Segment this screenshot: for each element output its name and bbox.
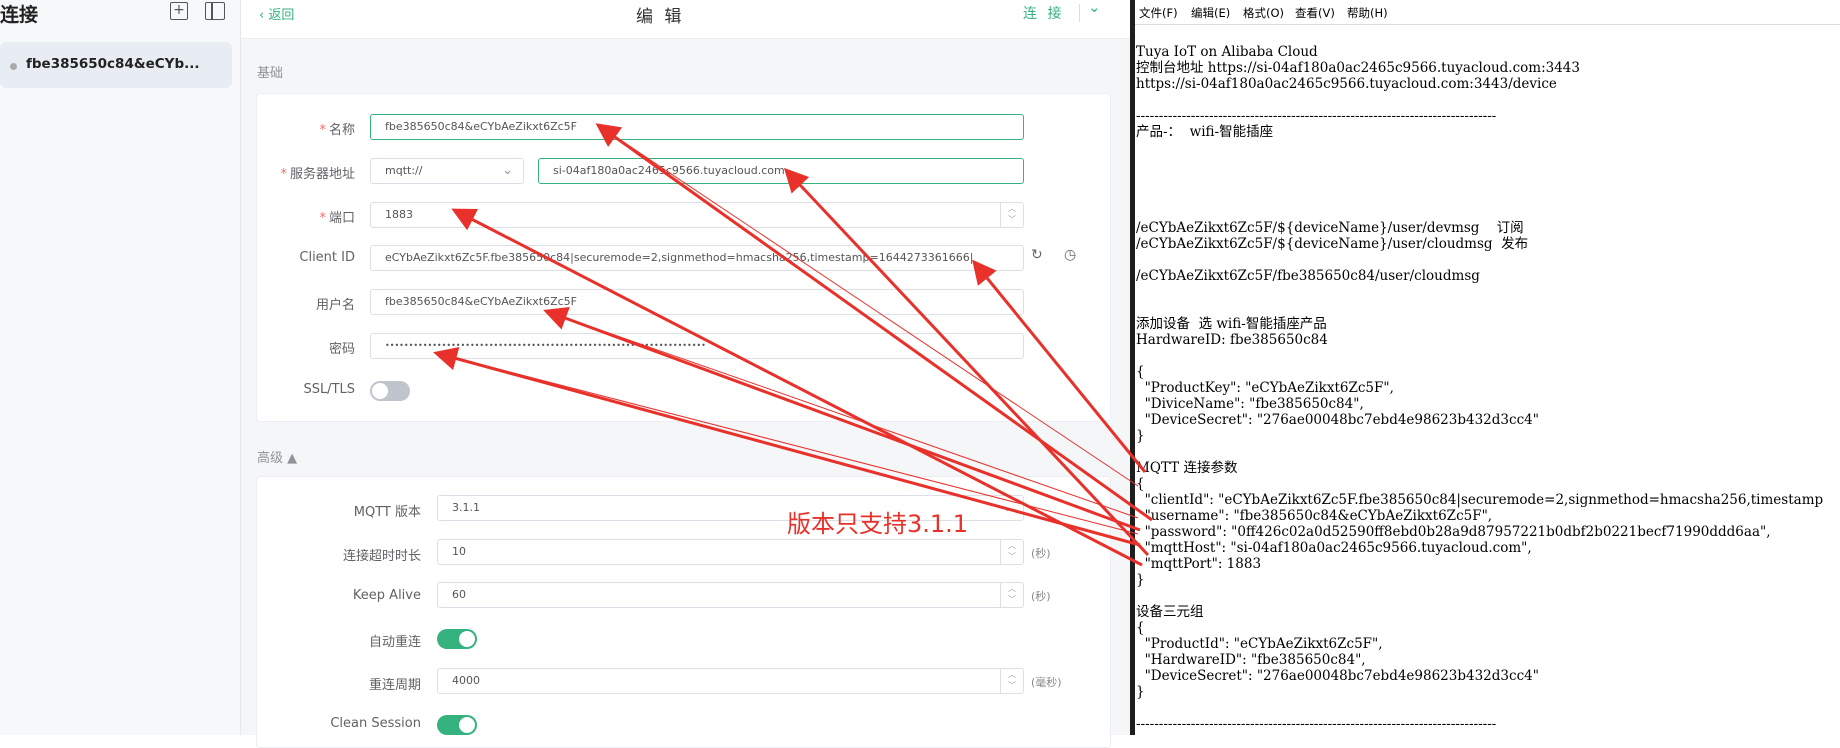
arrow-username [543,307,1141,532]
thin-line-1 [597,124,1139,487]
arrow-username-to-name [595,123,1153,522]
thin-line-2 [545,310,1139,519]
annotation-arrows [433,123,1153,567]
arrow-clientid [972,259,1147,473]
